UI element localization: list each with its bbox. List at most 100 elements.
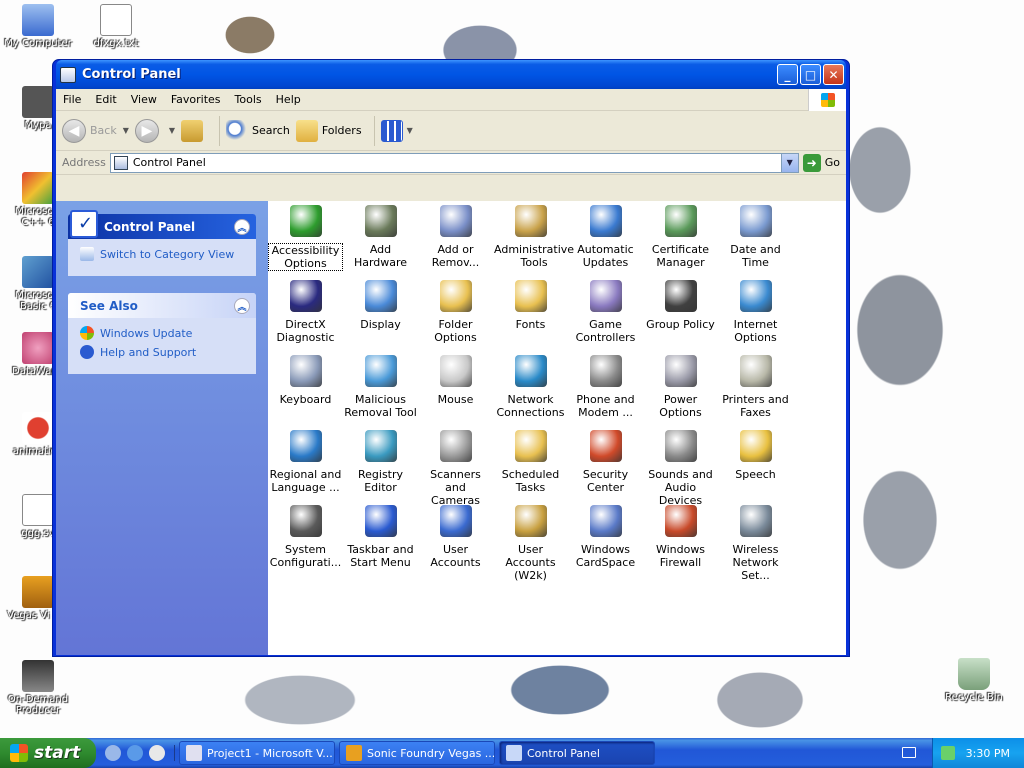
cp-item[interactable]: Windows CardSpace bbox=[568, 505, 643, 569]
cp-item[interactable]: Windows Firewall bbox=[643, 505, 718, 569]
cp-item[interactable]: Speech bbox=[718, 430, 793, 481]
mouse-icon bbox=[439, 355, 472, 387]
scheduled-tasks-icon bbox=[514, 430, 547, 462]
cp-item[interactable]: Registry Editor bbox=[343, 430, 418, 494]
cp-item[interactable]: Add or Remov... bbox=[418, 205, 493, 269]
vegas-icon bbox=[22, 576, 54, 608]
forward-dropdown-icon[interactable]: ▼ bbox=[169, 126, 175, 135]
go-button[interactable]: ➜ Go bbox=[802, 153, 840, 172]
cp-item[interactable]: Power Options bbox=[643, 355, 718, 419]
forward-button[interactable]: ▶ bbox=[134, 118, 163, 143]
speech-icon bbox=[739, 430, 772, 462]
toolbar-separator bbox=[373, 115, 375, 146]
back-dropdown-icon[interactable]: ▼ bbox=[123, 126, 129, 135]
phone-modem-icon bbox=[589, 355, 622, 387]
cp-item[interactable]: Network Connections bbox=[493, 355, 568, 419]
cp-item[interactable]: Scheduled Tasks bbox=[493, 430, 568, 494]
cp-item[interactable]: Date and Time bbox=[718, 205, 793, 269]
views-dropdown-icon: ▼ bbox=[406, 126, 413, 135]
task-control-panel[interactable]: Control Panel bbox=[499, 741, 655, 765]
system-tray: 3:30 PM bbox=[932, 738, 1024, 768]
desktop-icon-recycle-bin[interactable]: Recycle Bin bbox=[938, 658, 1010, 703]
cp-item[interactable]: Regional and Language ... bbox=[268, 430, 343, 494]
cp-item[interactable]: Add Hardware bbox=[343, 205, 418, 269]
cp-item[interactable]: User Accounts bbox=[418, 505, 493, 569]
internet-explorer-icon[interactable] bbox=[127, 745, 143, 761]
desktop-icon-ondemand[interactable]: On-Demand Producer bbox=[2, 660, 74, 716]
cp-item[interactable]: Automatic Updates bbox=[568, 205, 643, 269]
cp-item[interactable]: Wireless Network Set... bbox=[718, 505, 793, 582]
cp-item-label: Regional and Language ... bbox=[269, 468, 342, 494]
clock[interactable]: 3:30 PM bbox=[966, 747, 1010, 760]
switch-category-view-link[interactable]: Switch to Category View bbox=[80, 247, 244, 261]
cp-item[interactable]: Malicious Removal Tool bbox=[343, 355, 418, 419]
collapse-icon[interactable]: ︽ bbox=[234, 298, 250, 314]
cp-item-label: Internet Options bbox=[733, 318, 778, 344]
cp-item[interactable]: Security Center bbox=[568, 430, 643, 494]
see-also-panel: See Also ︽ Windows Update Help and Suppo… bbox=[68, 293, 256, 374]
cp-item[interactable]: Group Policy bbox=[643, 280, 718, 331]
menu-view[interactable]: View bbox=[124, 93, 164, 106]
up-button[interactable] bbox=[181, 119, 207, 142]
address-dropdown-icon[interactable]: ▼ bbox=[780, 153, 798, 172]
media-player-icon[interactable] bbox=[149, 745, 165, 761]
see-also-header[interactable]: See Also ︽ bbox=[68, 293, 256, 318]
menu-edit[interactable]: Edit bbox=[88, 93, 123, 106]
cp-item[interactable]: Administrative Tools bbox=[493, 205, 574, 269]
cp-item[interactable]: Folder Options bbox=[418, 280, 493, 344]
help-support-link[interactable]: Help and Support bbox=[80, 345, 244, 359]
cp-item[interactable]: Printers and Faxes bbox=[718, 355, 793, 419]
menu-favorites[interactable]: Favorites bbox=[164, 93, 228, 106]
switch-view-icon bbox=[80, 247, 94, 261]
cp-item[interactable]: Fonts bbox=[493, 280, 568, 331]
cp-item[interactable]: User Accounts (W2k) bbox=[493, 505, 568, 582]
accessibility-icon bbox=[289, 205, 322, 237]
minimize-button[interactable]: _ bbox=[777, 64, 798, 85]
menu-help[interactable]: Help bbox=[269, 93, 308, 106]
cp-item[interactable]: Sounds and Audio Devices bbox=[643, 430, 718, 507]
keyboard-layout-icon[interactable] bbox=[902, 747, 916, 758]
windows-explorer-icon[interactable] bbox=[105, 745, 121, 761]
window-title: Control Panel bbox=[82, 67, 181, 82]
collapse-icon[interactable]: ︽ bbox=[234, 219, 250, 235]
network-tray-icon[interactable] bbox=[941, 746, 955, 760]
desktop-icon-dfxgx[interactable]: dfxgx.txt bbox=[80, 4, 152, 49]
task-project1[interactable]: Project1 - Microsoft V... bbox=[179, 741, 335, 765]
folder-options-icon bbox=[439, 280, 472, 312]
back-button[interactable]: ◀ Back bbox=[62, 118, 117, 143]
search-button[interactable]: Search bbox=[226, 119, 290, 142]
cp-item[interactable]: Display bbox=[343, 280, 418, 331]
windows-update-link[interactable]: Windows Update bbox=[80, 326, 244, 340]
cp-item[interactable]: Internet Options bbox=[718, 280, 793, 344]
cp-item[interactable]: Keyboard bbox=[268, 355, 343, 406]
cardspace-icon bbox=[589, 505, 622, 537]
cp-item[interactable]: Taskbar and Start Menu bbox=[343, 505, 418, 569]
cp-item[interactable]: Accessibility Options bbox=[268, 205, 343, 271]
power-options-icon bbox=[664, 355, 697, 387]
task-pane: Control Panel ︽ Switch to Category View … bbox=[56, 201, 268, 655]
address-input[interactable]: Control Panel ▼ bbox=[109, 152, 799, 173]
control-panel-panel-header[interactable]: Control Panel ︽ bbox=[68, 210, 256, 239]
cp-item-label: Sounds and Audio Devices bbox=[648, 468, 713, 507]
desktop-icon-my-computer[interactable]: My Computer bbox=[2, 4, 74, 49]
cp-item[interactable]: Phone and Modem ... bbox=[568, 355, 643, 419]
maximize-button[interactable]: □ bbox=[800, 64, 821, 85]
directx-icon bbox=[289, 280, 322, 312]
cp-item[interactable]: DirectX Diagnostic bbox=[268, 280, 343, 344]
cp-item[interactable]: Certificate Manager bbox=[643, 205, 718, 269]
cp-item[interactable]: Mouse bbox=[418, 355, 493, 406]
cp-item[interactable]: Game Controllers bbox=[568, 280, 643, 344]
menu-tools[interactable]: Tools bbox=[228, 93, 269, 106]
close-button[interactable]: ✕ bbox=[823, 64, 844, 85]
taskbar: start Project1 - Microsoft V... Sonic Fo… bbox=[0, 738, 1024, 768]
cp-item[interactable]: System Configurati... bbox=[268, 505, 343, 569]
start-button[interactable]: start bbox=[0, 738, 96, 768]
windows-logo-icon bbox=[808, 89, 846, 111]
cp-item[interactable]: Scanners and Cameras bbox=[418, 430, 493, 507]
menu-file[interactable]: File bbox=[56, 93, 88, 106]
task-vegas[interactable]: Sonic Foundry Vegas ... bbox=[339, 741, 495, 765]
display-icon bbox=[364, 280, 397, 312]
folders-button[interactable]: Folders bbox=[295, 119, 362, 142]
title-bar[interactable]: Control Panel _ □ ✕ bbox=[56, 60, 846, 89]
views-button[interactable]: ▼ bbox=[380, 119, 419, 142]
